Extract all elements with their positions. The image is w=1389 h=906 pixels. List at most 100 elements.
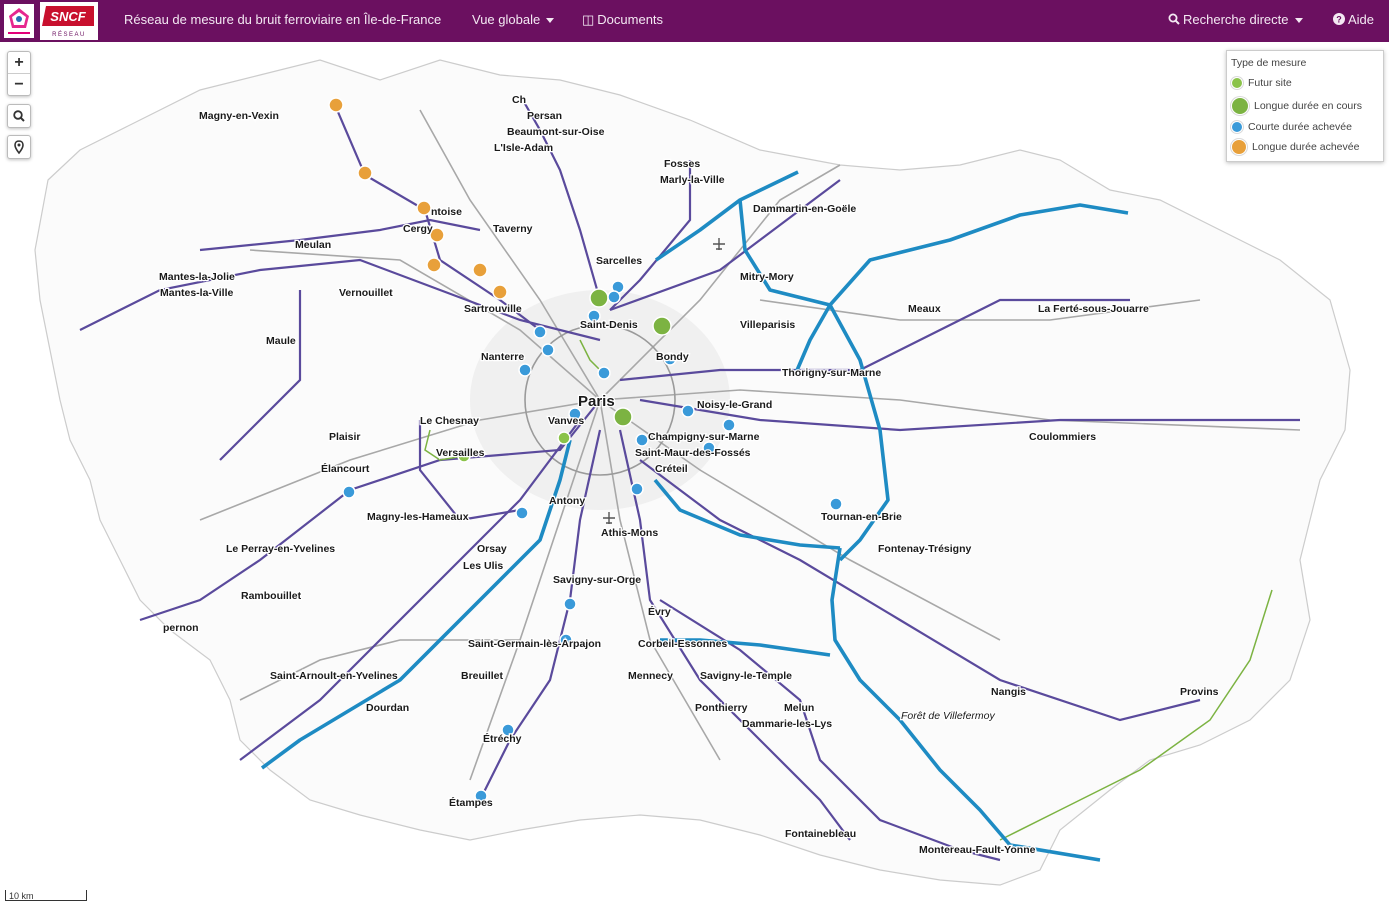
- place-label: Saint-Germain-lès-Arpajon: [468, 638, 601, 650]
- legend-label: Courte durée achevée: [1248, 121, 1352, 133]
- overview-menu[interactable]: Vue globale: [472, 0, 555, 42]
- marker-courte-duree-achevee[interactable]: [518, 363, 532, 377]
- region-logo[interactable]: [4, 4, 34, 38]
- place-label: Saint-Denis: [580, 319, 638, 331]
- place-label: Bondy: [656, 351, 689, 363]
- place-label: Breuillet: [461, 670, 504, 682]
- place-label: Évry: [648, 605, 671, 618]
- help-menu[interactable]: ? Aide: [1333, 0, 1374, 42]
- zoom-control: + −: [7, 51, 31, 96]
- legend-swatch: [1231, 139, 1247, 155]
- forest-label: Forêt de Villefermoy: [901, 710, 996, 722]
- marker-courte-duree-achevee[interactable]: [541, 343, 555, 357]
- place-label: Champigny-sur-Marne: [648, 431, 760, 443]
- place-label: La Ferté-sous-Jouarre: [1038, 303, 1149, 315]
- scale-bar: 10 km: [5, 890, 87, 901]
- direct-search-menu[interactable]: Recherche directe: [1168, 0, 1303, 42]
- place-label: Fontenay-Trésigny: [878, 543, 972, 555]
- marker-longue-duree-en-cours[interactable]: [652, 316, 672, 336]
- place-label: Le Perray-en-Yvelines: [226, 543, 335, 555]
- search-icon: [13, 110, 25, 122]
- marker-longue-duree-achevee[interactable]: [357, 165, 373, 181]
- place-label: Dammarie-les-Lys: [742, 718, 832, 730]
- legend-item-longue-duree-en-cours[interactable]: Longue durée en cours: [1231, 97, 1362, 115]
- top-navbar: SNCF RÉSEAU Réseau de mesure du bruit fe…: [0, 0, 1389, 42]
- legend-swatch: [1231, 97, 1249, 115]
- map-view[interactable]: Paris Magny-en-Vexin Ch Persan Beaumont-…: [0, 42, 1389, 906]
- place-label: Savigny-sur-Orge: [553, 574, 641, 586]
- document-icon: ◫: [582, 12, 595, 27]
- marker-futur-site[interactable]: [557, 431, 571, 445]
- marker-longue-duree-achevee[interactable]: [492, 284, 508, 300]
- marker-courte-duree-achevee[interactable]: [597, 366, 611, 380]
- place-label: Ponthierry: [695, 702, 748, 714]
- place-label: Vernouillet: [339, 287, 393, 299]
- place-label: Cergy: [403, 223, 433, 235]
- place-label: Vanves: [548, 415, 584, 427]
- marker-courte-duree-achevee[interactable]: [563, 597, 577, 611]
- place-label: Magny-les-Hameaux: [367, 511, 469, 523]
- place-label: Maule: [266, 335, 296, 347]
- marker-longue-duree-achevee[interactable]: [472, 262, 488, 278]
- app-title-link[interactable]: Réseau de mesure du bruit ferroviaire en…: [124, 0, 441, 42]
- place-label: Antony: [549, 495, 585, 507]
- place-label: Magny-en-Vexin: [199, 110, 279, 122]
- marker-courte-duree-achevee[interactable]: [630, 482, 644, 496]
- place-label: Orsay: [477, 543, 507, 555]
- place-label: Meulan: [295, 239, 331, 251]
- place-label: Saint-Maur-des-Fossés: [635, 447, 751, 459]
- sncf-reseau-logo[interactable]: SNCF RÉSEAU: [40, 2, 98, 40]
- marker-courte-duree-achevee[interactable]: [829, 497, 843, 511]
- place-label: Nangis: [991, 686, 1026, 698]
- marker-courte-duree-achevee[interactable]: [681, 404, 695, 418]
- marker-longue-duree-achevee[interactable]: [328, 97, 344, 113]
- documents-menu-label: Documents: [597, 12, 664, 27]
- place-label: Sartrouville: [464, 303, 522, 315]
- place-label: Dammartin-en-Goële: [753, 203, 856, 215]
- marker-courte-duree-achevee[interactable]: [533, 325, 547, 339]
- place-label: Étréchy: [483, 732, 522, 745]
- legend-item-courte-duree-achevee[interactable]: Courte durée achevée: [1231, 121, 1352, 134]
- place-label: Tournan-en-Brie: [821, 511, 902, 523]
- place-label: Plaisir: [329, 431, 361, 443]
- place-label: Versailles: [436, 447, 485, 459]
- place-label: Mitry-Mory: [740, 271, 794, 283]
- place-label: Corbeil-Essonnes: [638, 638, 727, 650]
- place-label: Taverny: [493, 223, 533, 235]
- place-label: Melun: [784, 702, 814, 714]
- place-label: pernon: [163, 622, 199, 634]
- marker-longue-duree-achevee[interactable]: [416, 200, 432, 216]
- search-icon: [1168, 13, 1180, 25]
- marker-courte-duree-achevee[interactable]: [722, 418, 736, 432]
- documents-menu[interactable]: ◫ Documents: [582, 0, 663, 42]
- place-label: Le Chesnay: [420, 415, 479, 427]
- legend-item-longue-duree-achevee[interactable]: Longue durée achevée: [1231, 139, 1359, 155]
- place-label: Provins: [1180, 686, 1219, 698]
- place-label: Montereau-Fault-Yonne: [919, 844, 1036, 856]
- legend-item-futur-site[interactable]: Futur site: [1231, 77, 1292, 90]
- marker-longue-duree-en-cours[interactable]: [589, 288, 609, 308]
- map-pin-icon: [14, 140, 24, 155]
- marker-courte-duree-achevee[interactable]: [635, 433, 649, 447]
- help-label: Aide: [1348, 12, 1375, 27]
- question-circle-icon: ?: [1333, 13, 1345, 25]
- place-label: Mennecy: [628, 670, 673, 682]
- locate-button[interactable]: [7, 135, 31, 159]
- direct-search-label: Recherche directe: [1183, 12, 1289, 27]
- map-canvas[interactable]: Paris Magny-en-Vexin Ch Persan Beaumont-…: [0, 42, 1389, 906]
- marker-longue-duree-achevee[interactable]: [426, 257, 442, 273]
- place-label: Nanterre: [481, 351, 524, 363]
- marker-courte-duree-achevee[interactable]: [342, 485, 356, 499]
- map-legend: Type de mesure Futur site Longue durée e…: [1226, 50, 1384, 162]
- zoom-out-button[interactable]: −: [8, 74, 30, 95]
- marker-longue-duree-en-cours[interactable]: [613, 407, 633, 427]
- zoom-in-button[interactable]: +: [8, 52, 30, 74]
- place-label: Savigny-le-Temple: [700, 670, 792, 682]
- legend-label: Longue durée achevée: [1252, 140, 1360, 153]
- place-label: ntoise: [431, 206, 462, 218]
- marker-courte-duree-achevee[interactable]: [515, 506, 529, 520]
- marker-courte-duree-achevee[interactable]: [607, 290, 621, 304]
- chevron-down-icon: [1294, 18, 1303, 24]
- map-search-button[interactable]: [7, 104, 31, 128]
- legend-title: Type de mesure: [1231, 57, 1307, 69]
